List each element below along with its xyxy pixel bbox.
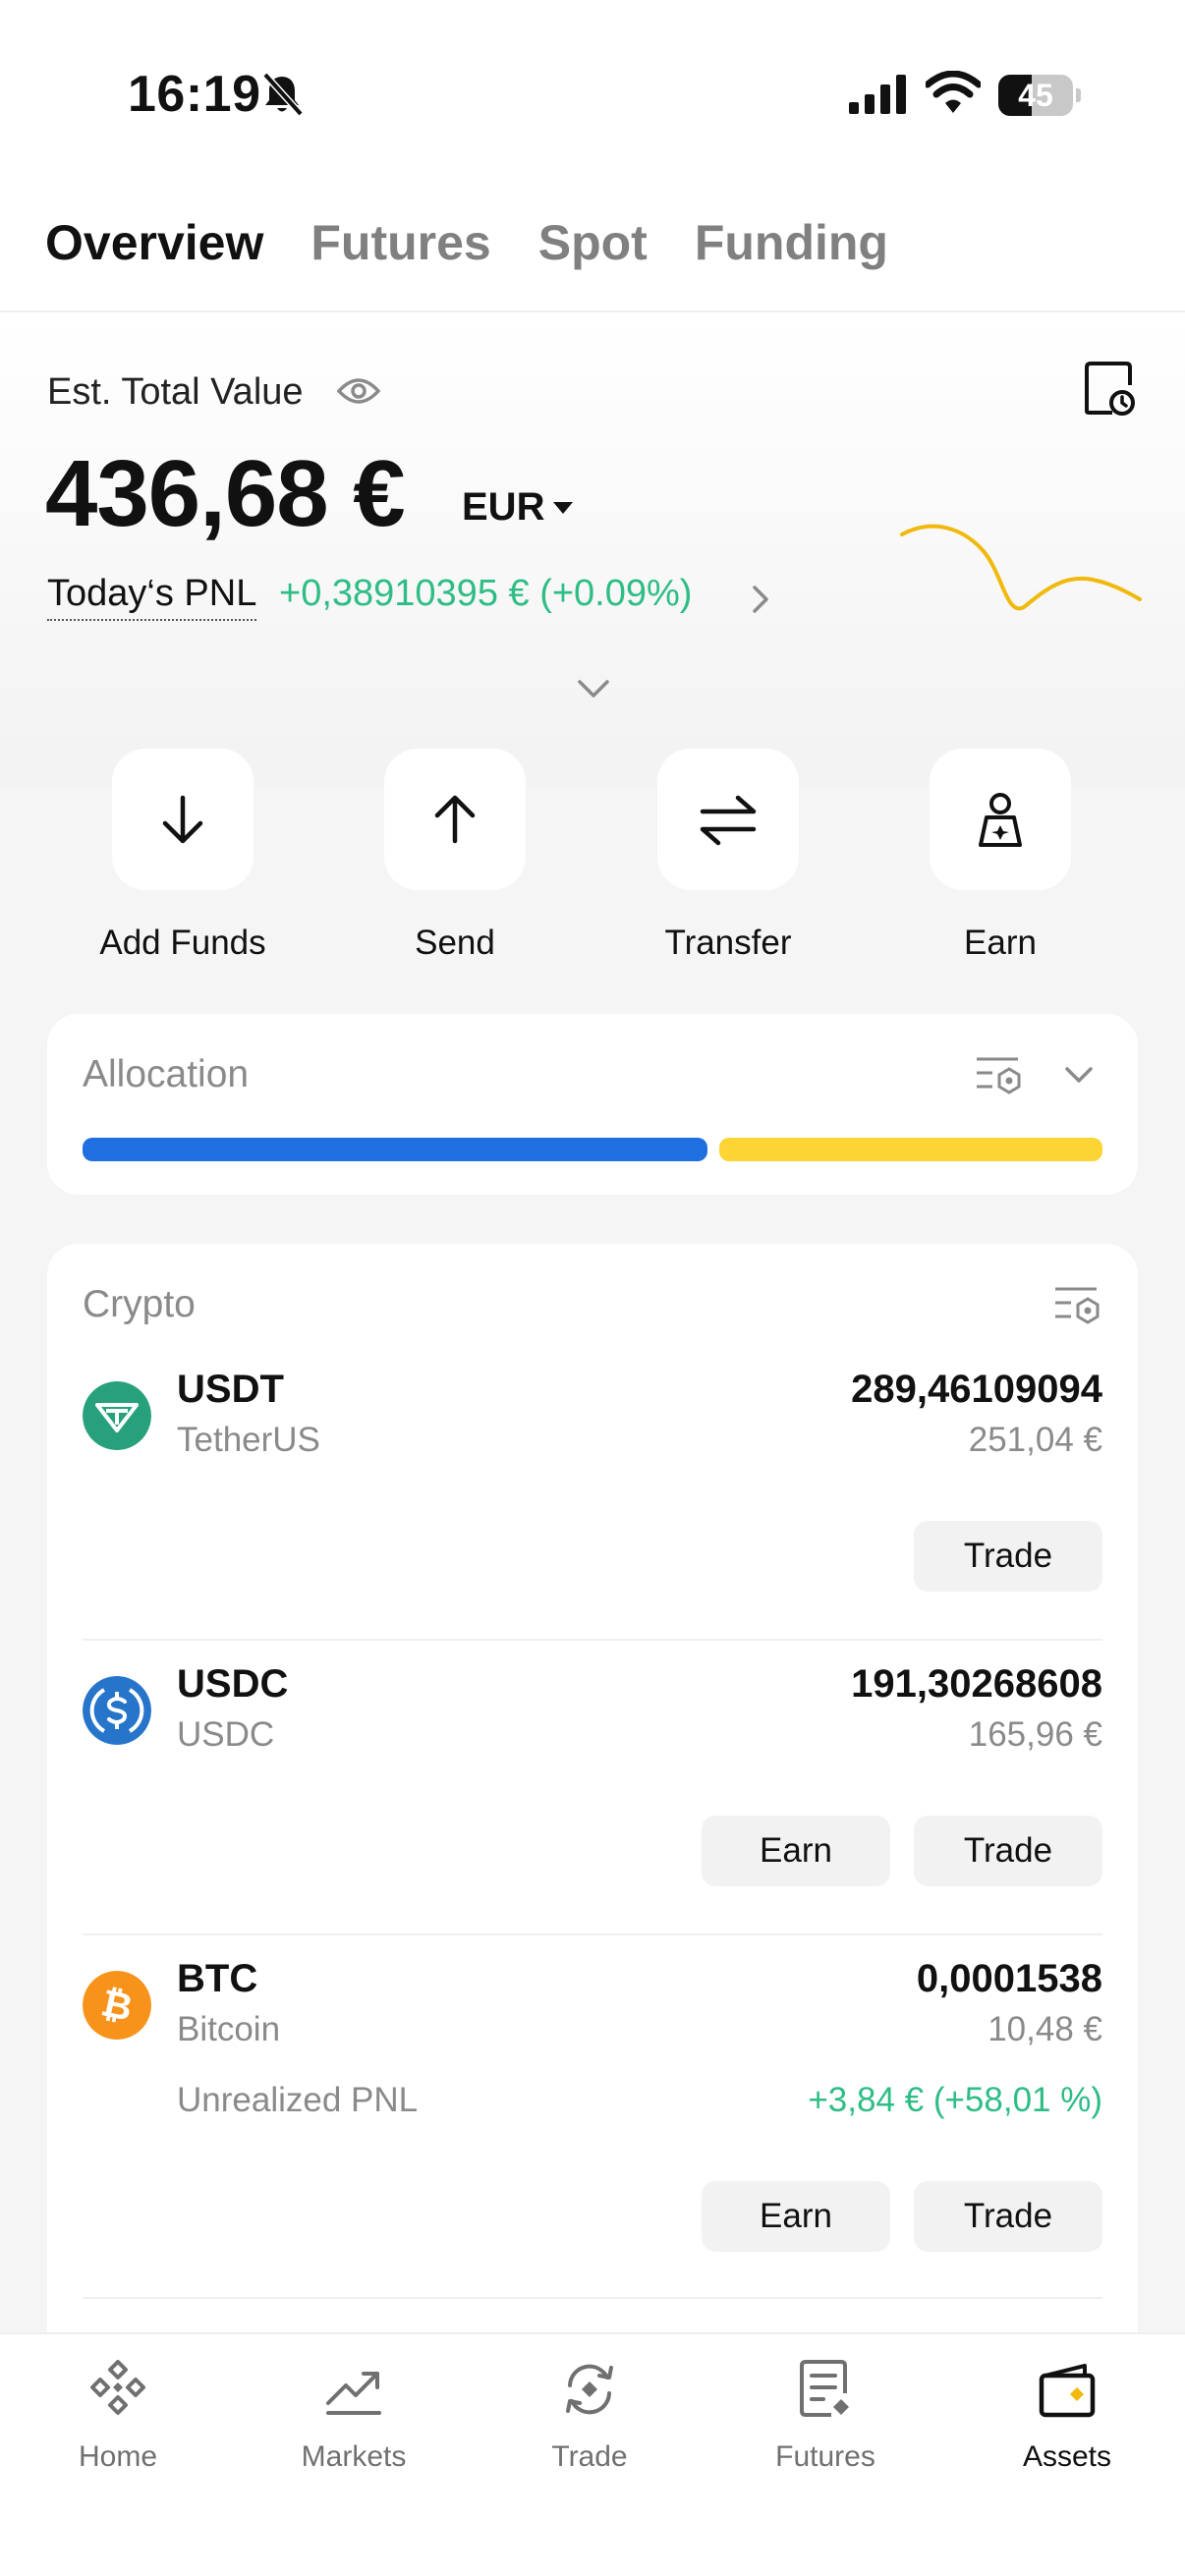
wifi-icon [926,71,981,113]
asset-symbol: USDC [177,1662,289,1706]
btc-coin-icon: ₿ [83,1971,151,2040]
unrealized-pnl-label: Unrealized PNL [177,2081,419,2119]
cellular-signal-icon [849,75,906,114]
allocation-segment-other [719,1138,1102,1161]
chevron-down-icon[interactable] [574,676,613,701]
asset-amount: 0,0001538 [916,1957,1102,2000]
caret-down-icon[interactable] [552,501,574,515]
earn-label: Earn [964,924,1037,962]
arrow-down-icon [162,795,203,844]
nav-assets-label: Assets [1022,2440,1112,2473]
earn-icon [979,793,1022,847]
battery-percent: 45 [1018,78,1053,113]
pnl-sparkline [900,524,1142,611]
trade-button[interactable]: Trade [914,2181,1102,2252]
status-time: 16:19 [128,66,261,123]
nav-futures-label: Futures [775,2440,875,2473]
battery-body: 45 [998,75,1073,116]
nav-markets[interactable]: Markets [236,2334,472,2531]
asset-symbol: USDT [177,1368,284,1411]
allocation-segment-usdt [83,1138,708,1161]
nav-home-label: Home [78,2440,158,2473]
usdt-coin-icon [83,1381,151,1450]
est-total-value-label: Est. Total Value [47,371,304,413]
earn-button[interactable]: Earn [702,1816,890,1886]
tab-funding[interactable]: Funding [695,214,888,283]
transfer-button[interactable] [657,749,799,890]
battery-icon: 45 [998,75,1081,116]
action-send: Send [337,749,573,963]
history-icon[interactable] [1083,360,1136,419]
currency-selector[interactable]: EUR [462,485,544,530]
nav-home[interactable]: Home [0,2334,236,2531]
asset-name: Bitcoin [177,2010,281,2048]
add-funds-label: Add Funds [99,924,266,962]
nav-markets-label: Markets [301,2440,407,2473]
assets-wallet-icon [1039,2364,1096,2418]
arrow-up-icon [434,795,476,844]
nav-trade-label: Trade [551,2440,628,2473]
action-add-funds: Add Funds [65,749,301,963]
tabs-divider [0,310,1185,312]
tab-spot[interactable]: Spot [538,214,648,283]
asset-name: USDC [177,1715,275,1754]
eye-icon[interactable] [336,375,381,407]
trade-swap-icon [566,2364,613,2415]
asset-row-btc[interactable]: ₿ BTC Bitcoin 0,0001538 10,48 € Unrealiz… [83,1943,1102,2307]
markets-chart-icon [326,2372,381,2415]
transfer-label: Transfer [664,924,792,962]
asset-tabs: Overview Futures Spot Funding [45,214,888,283]
home-diamond-icon [90,2360,145,2415]
send-button[interactable] [384,749,526,890]
filter-settings-icon[interactable] [975,1053,1024,1096]
tab-futures[interactable]: Futures [310,214,490,283]
row-divider [83,2297,1102,2299]
asset-fiat-value: 10,48 € [988,2010,1102,2048]
action-transfer: Transfer [610,749,846,963]
asset-row-usdc[interactable]: USDC USDC 191,30268608 165,96 € Earn Tra… [83,1649,1102,1943]
transfer-icon [700,795,757,846]
futures-document-icon [800,2360,849,2417]
asset-row-usdt[interactable]: USDT TetherUS 289,46109094 251,04 € Trad… [83,1354,1102,1649]
nav-assets[interactable]: Assets [949,2334,1185,2531]
total-value: 436,68 € [45,441,406,546]
asset-symbol: BTC [177,1957,258,2000]
bottom-navigation: Home Markets Trade Futures Assets [0,2332,1185,2576]
asset-name: TetherUS [177,1421,320,1459]
usdc-coin-icon [83,1676,151,1745]
earn-button[interactable] [930,749,1071,890]
send-label: Send [415,924,495,962]
chevron-right-icon[interactable] [749,582,772,617]
asset-fiat-value: 165,96 € [968,1715,1102,1754]
allocation-title: Allocation [83,1053,250,1095]
row-divider [83,1639,1102,1641]
unrealized-pnl-value: +3,84 € (+58,01 %) [808,2081,1102,2119]
add-funds-button[interactable] [112,749,254,890]
filter-settings-icon[interactable] [1053,1283,1102,1326]
action-earn: Earn [882,749,1118,963]
todays-pnl-label[interactable]: Today‘s PNL [47,573,257,621]
row-divider [83,1933,1102,1935]
earn-button[interactable]: Earn [702,2181,890,2252]
chevron-down-icon[interactable] [1063,1065,1095,1085]
nav-futures[interactable]: Futures [707,2334,943,2531]
todays-pnl-value[interactable]: +0,38910395 € (+0.09%) [279,573,692,615]
asset-fiat-value: 251,04 € [968,1421,1102,1459]
trade-button[interactable]: Trade [914,1521,1102,1592]
status-bar: 16:19 45 [0,0,1185,192]
bell-muted-icon [262,72,304,117]
nav-trade[interactable]: Trade [472,2334,707,2531]
tab-overview[interactable]: Overview [45,214,263,283]
crypto-title: Crypto [83,1283,196,1325]
allocation-card: Allocation [47,1014,1138,1195]
trade-button[interactable]: Trade [914,1816,1102,1886]
battery-nub [1076,88,1081,102]
asset-amount: 191,30268608 [851,1662,1102,1706]
asset-amount: 289,46109094 [851,1368,1102,1411]
